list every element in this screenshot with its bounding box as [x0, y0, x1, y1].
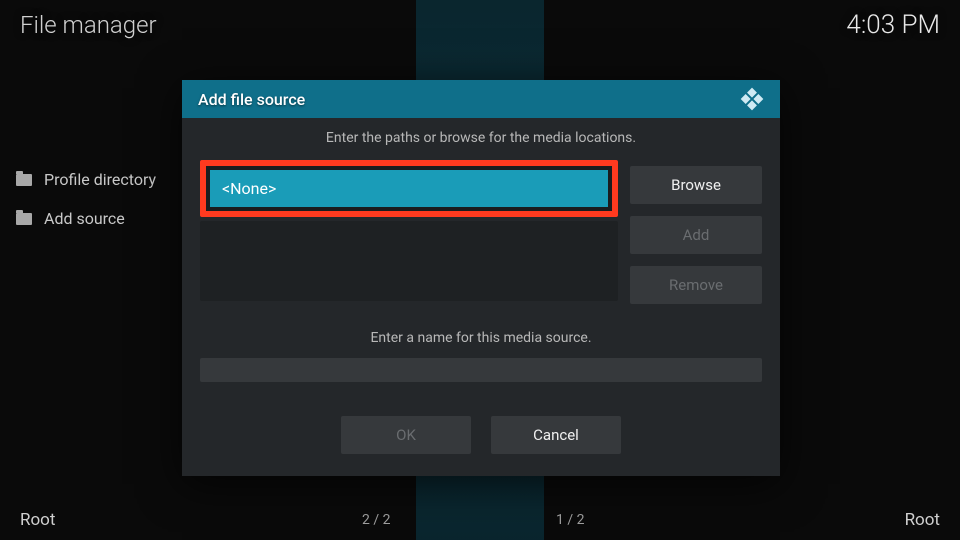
browse-button[interactable]: Browse — [630, 166, 762, 204]
cancel-button[interactable]: Cancel — [491, 416, 621, 454]
path-section: <None> Browse Add Remove — [200, 160, 762, 304]
kodi-logo-icon — [740, 87, 764, 111]
add-button[interactable]: Add — [630, 216, 762, 254]
remove-button[interactable]: Remove — [630, 266, 762, 304]
name-instruction: Enter a name for this media source. — [200, 330, 762, 346]
path-list-empty-area[interactable] — [200, 221, 618, 301]
path-list: <None> — [200, 160, 618, 301]
path-input-highlight: <None> — [200, 160, 618, 217]
dialog-body: Enter the paths or browse for the media … — [182, 118, 780, 476]
path-instruction: Enter the paths or browse for the media … — [200, 130, 762, 146]
dialog-overlay: Add file source Enter the paths or brows… — [0, 0, 960, 540]
ok-button[interactable]: OK — [341, 416, 471, 454]
dialog-header: Add file source — [182, 80, 780, 118]
name-input[interactable] — [200, 358, 762, 382]
add-file-source-dialog: Add file source Enter the paths or brows… — [182, 80, 780, 476]
dialog-footer: OK Cancel — [200, 416, 762, 454]
dialog-title: Add file source — [198, 90, 305, 109]
path-button-column: Browse Add Remove — [630, 166, 762, 304]
path-input[interactable]: <None> — [210, 170, 608, 207]
